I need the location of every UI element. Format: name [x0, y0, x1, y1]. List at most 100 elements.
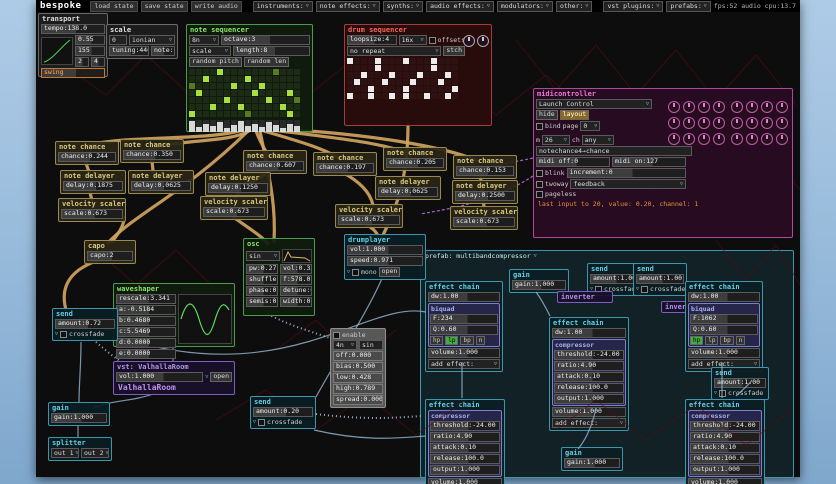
timesig-bottom[interactable]: 4 — [91, 57, 105, 67]
high-slider[interactable]: high:0.789 — [333, 384, 383, 394]
grid-size-select[interactable]: 16x ▽ — [398, 35, 427, 45]
swing-slider[interactable]: 0.55 — [75, 35, 105, 45]
prefab-panel[interactable]: prefab: multibandcompressor ▽ gain gain:1… — [420, 250, 794, 484]
grid-cell[interactable] — [196, 90, 202, 96]
module-title[interactable]: capo — [85, 241, 135, 251]
grid-cell[interactable] — [203, 111, 209, 117]
effect-title[interactable]: biquad — [690, 305, 758, 313]
capo-slider[interactable]: capo:2 — [87, 251, 133, 261]
grid-cell[interactable] — [280, 69, 286, 75]
effect-chain-module[interactable]: effect chain dw:1.00 biquad F:234 Q:0.60… — [425, 281, 503, 372]
grid-cell[interactable] — [189, 90, 195, 96]
save-state-button[interactable]: save state — [140, 0, 188, 12]
grid-cell[interactable] — [410, 86, 416, 92]
biquad-effect[interactable]: biquad F:1062 Q:0.60 hp lp bp n — [688, 303, 760, 347]
stretch-button[interactable]: stch — [443, 46, 465, 56]
grid-cell[interactable] — [224, 83, 230, 89]
grid-cell[interactable] — [245, 76, 251, 82]
grid-cell[interactable] — [347, 58, 353, 64]
drumplayer-module[interactable]: drumplayer vol:1.000 speed:0.971 ▽ mono … — [344, 234, 426, 280]
grid-cell[interactable] — [294, 90, 300, 96]
grid-cell[interactable] — [189, 97, 195, 103]
grid-cell[interactable] — [361, 79, 367, 85]
crossfade-checkbox[interactable]: crossfade — [60, 330, 104, 338]
drum-step-grid[interactable] — [347, 58, 489, 99]
module-title[interactable]: note delayer — [129, 171, 193, 181]
midicontroller-module[interactable]: midicontroller Launch Control ▽ hide layo… — [533, 88, 793, 238]
grid-cell[interactable] — [266, 76, 272, 82]
feedback-select[interactable]: feedback ▽ — [570, 179, 686, 189]
velocity-bar[interactable] — [238, 120, 244, 132]
grid-cell[interactable] — [217, 90, 223, 96]
grid-cell[interactable] — [210, 90, 216, 96]
tuning-slider[interactable]: tuning:440 — [109, 46, 149, 56]
midi-knob[interactable] — [683, 101, 695, 113]
module-title[interactable]: velocity scaler — [451, 207, 517, 217]
waveshaper-module[interactable]: waveshaper rescale:3.341 a:-0.5184 b:0.4… — [113, 283, 235, 359]
grid-cell[interactable] — [361, 58, 367, 64]
grid-cell[interactable] — [382, 58, 388, 64]
inverter-module[interactable]: inverter — [557, 291, 613, 303]
send-module[interactable]: send amount:1.00 ▽ crossfade — [633, 263, 687, 296]
layout-button[interactable]: layout — [559, 110, 590, 120]
grid-cell[interactable] — [382, 93, 388, 99]
grid-cell[interactable] — [410, 93, 416, 99]
grid-cell[interactable] — [252, 104, 258, 110]
control-select[interactable]: 26 ▽ — [541, 135, 570, 145]
speed-slider[interactable]: speed:0.971 — [347, 256, 423, 266]
c-slider[interactable]: c:5.5469 — [116, 327, 176, 337]
grid-cell[interactable] — [438, 93, 444, 99]
mapping-field[interactable]: notechance4→chance — [536, 146, 692, 156]
velocity-bar[interactable] — [245, 120, 251, 132]
grid-cell[interactable] — [245, 97, 251, 103]
twoway-checkbox[interactable]: twoway — [536, 180, 568, 188]
pageless-checkbox[interactable]: pageless — [536, 190, 790, 198]
grid-cell[interactable] — [280, 90, 286, 96]
grid-cell[interactable] — [410, 72, 416, 78]
grid-cell[interactable] — [445, 86, 451, 92]
grid-cell[interactable] — [245, 69, 251, 75]
grid-cell[interactable] — [224, 76, 230, 82]
seq-knob[interactable] — [463, 35, 475, 47]
module-title[interactable]: note delayer — [453, 181, 517, 191]
offset-slider[interactable]: off:0.000 — [333, 351, 383, 361]
swing-interval-slider[interactable]: 155 — [75, 46, 105, 56]
grid-cell[interactable] — [231, 111, 237, 117]
grid-cell[interactable] — [354, 79, 360, 85]
grid-cell[interactable] — [417, 86, 423, 92]
grid-cell[interactable] — [287, 76, 293, 82]
module-title[interactable]: midicontroller — [534, 89, 792, 99]
midi-knob[interactable] — [731, 101, 743, 113]
amount-slider[interactable]: amount:0.20 — [253, 407, 313, 417]
grid-cell[interactable] — [294, 83, 300, 89]
module-title[interactable]: send — [712, 368, 768, 378]
module-title[interactable]: effect chain — [550, 318, 628, 328]
module-title[interactable]: send — [634, 264, 686, 274]
grid-cell[interactable] — [287, 104, 293, 110]
ratio-slider[interactable]: ratio:4.90 — [430, 432, 500, 442]
send-module[interactable]: send amount:0.20 ▽ crossfade — [250, 396, 316, 429]
gain-slider[interactable]: gain:1.000 — [512, 280, 566, 290]
vol-slider[interactable]: vol:0.359 — [280, 264, 312, 274]
grid-cell[interactable] — [189, 76, 195, 82]
grid-cell[interactable] — [287, 97, 293, 103]
grid-cell[interactable] — [217, 104, 223, 110]
grid-cell[interactable] — [375, 86, 381, 92]
grid-cell[interactable] — [280, 111, 286, 117]
velocity-scaler-module[interactable]: velocity scaler scale:0.673 — [450, 206, 518, 230]
grid-cell[interactable] — [375, 93, 381, 99]
grid-cell[interactable] — [273, 111, 279, 117]
module-title[interactable]: waveshaper — [114, 284, 234, 294]
velocity-bar[interactable] — [224, 120, 230, 132]
lowpass-button[interactable]: lp — [445, 336, 459, 345]
velocity-bar[interactable] — [189, 120, 195, 132]
midi-knob[interactable] — [668, 117, 680, 129]
volume-slider[interactable]: volume:1.000 — [688, 348, 760, 358]
module-title[interactable]: note chance — [56, 142, 118, 152]
grid-cell[interactable] — [389, 65, 395, 71]
grid-cell[interactable] — [375, 58, 381, 64]
scale-select[interactable]: scale ▽ — [189, 46, 231, 56]
grid-cell[interactable] — [266, 104, 272, 110]
module-title[interactable]: drumplayer — [345, 235, 425, 245]
grid-cell[interactable] — [361, 93, 367, 99]
